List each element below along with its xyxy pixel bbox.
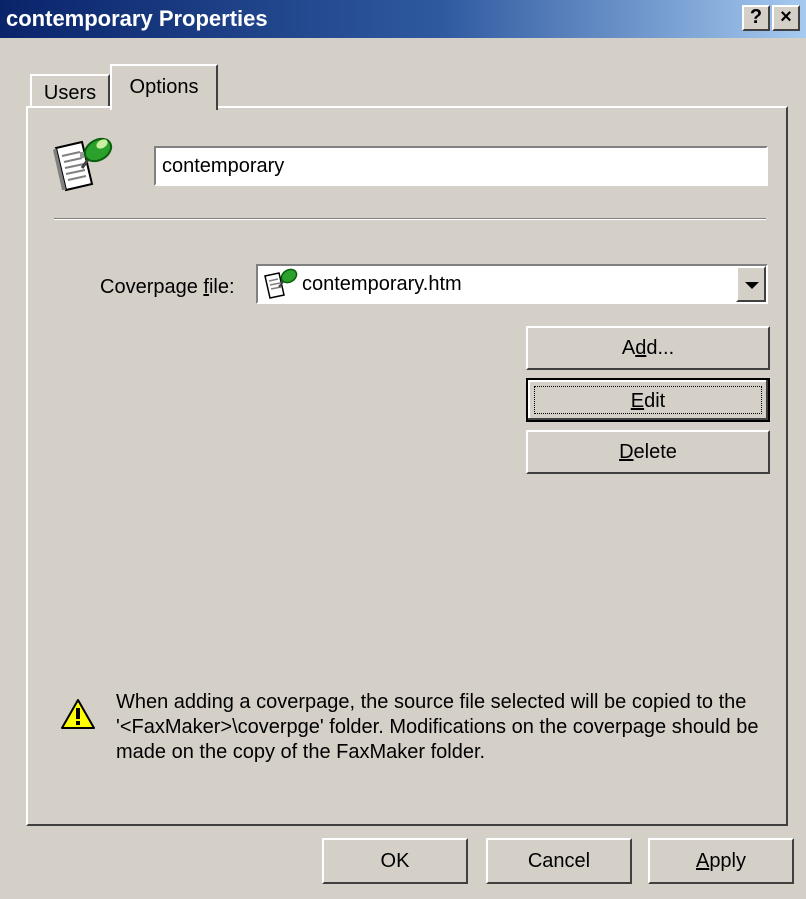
window-title: contemporary Properties [6,6,268,31]
warning-icon [60,698,96,736]
document-pin-icon [52,134,116,198]
dropdown-arrow-button[interactable] [736,266,766,302]
label-part: ile: [208,276,235,298]
title-bar: contemporary Properties ? × [0,0,806,38]
label-part: pply [709,850,747,872]
delete-button[interactable]: Delete [526,430,770,474]
label-part: A [621,337,636,359]
ok-button[interactable]: OK [322,838,468,884]
close-button[interactable]: × [772,5,800,31]
add-button[interactable]: Add... [526,326,770,370]
label-part: dit [644,390,666,412]
label-mnemonic: d [635,337,647,359]
label-mnemonic: D [619,441,634,463]
focus-rect: Edit [534,386,762,414]
document-pin-icon [262,268,298,306]
coverpage-file-value: contemporary.htm [302,273,462,295]
apply-button[interactable]: Apply [648,838,794,884]
help-button[interactable]: ? [742,5,770,31]
label-mnemonic: E [630,390,645,412]
tab-users-label: Users [43,82,97,104]
tab-options[interactable]: Options [110,64,218,110]
label-mnemonic: A [695,850,710,872]
coverpage-file-label: Coverpage file: [100,276,235,299]
edit-button[interactable]: Edit [526,378,770,422]
tab-users[interactable]: Users [30,74,110,108]
label-part: Coverpage [100,276,204,298]
separator [54,218,766,220]
warning-text: When adding a coverpage, the source file… [116,691,759,763]
coverpage-file-combobox[interactable]: contemporary.htm [256,264,768,304]
cancel-button[interactable]: Cancel [486,838,632,884]
coverpage-name-input[interactable]: contemporary [154,146,768,186]
label-part: elete [633,441,677,463]
tab-options-label: Options [129,76,199,98]
label-part: d... [646,337,675,359]
